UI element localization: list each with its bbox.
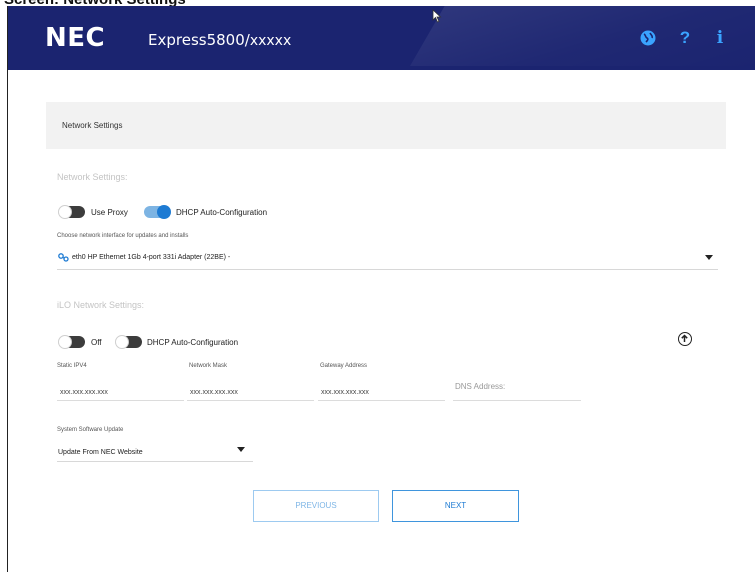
dhcp-label: DHCP Auto-Configuration [176,208,268,217]
app-window: NEC Express5800/xxxxx ? i Network Settin… [7,6,755,572]
gateway-label: Gateway Address [320,363,368,369]
upload-icon[interactable] [678,332,692,346]
toggle-knob [157,205,171,219]
ilo-settings-heading: iLO Network Settings: [57,300,145,310]
section-title: Network Settings [62,121,123,130]
network-settings-heading: Network Settings: [57,172,128,182]
software-update-label: System Software Update [57,427,124,433]
product-name: Express5800/ [148,31,250,49]
network-mask-input[interactable]: xxx.xxx.xxx.xxx [190,389,238,396]
section-bar: Network Settings [46,102,726,149]
dns-address-input[interactable]: DNS Address: [455,382,505,391]
use-proxy-label: Use Proxy [91,208,128,217]
ilo-dhcp-toggle[interactable] [115,335,142,349]
toggle-knob [58,335,72,349]
interface-hint: Choose network interface for updates and… [57,233,189,239]
header-sheen [410,6,755,66]
network-interface-icon [58,253,69,262]
toggle-knob [115,335,129,349]
static-ipv4-label: Static IPV4 [57,363,87,369]
chevron-down-icon [705,255,713,260]
gateway-underline [318,400,445,401]
previous-button[interactable]: PREVIOUS [253,490,379,522]
interface-value: eth0 HP Ethernet 1Gb 4-port 331i Adapter… [72,254,231,261]
network-interface-select[interactable]: eth0 HP Ethernet 1Gb 4-port 331i Adapter… [57,246,718,270]
static-ipv4-input[interactable]: xxx.xxx.xxx.xxx [60,389,108,396]
ilo-off-label: Off [91,338,102,347]
info-icon[interactable]: i [710,28,730,48]
software-update-select[interactable]: Update From NEC Website [57,440,253,462]
product-model: xxxxx [249,33,292,49]
help-icon[interactable]: ? [675,28,695,48]
dns-address-underline [453,400,581,401]
static-ipv4-underline [57,400,184,401]
software-update-value: Update From NEC Website [58,449,143,456]
ilo-dhcp-label: DHCP Auto-Configuration [147,338,239,347]
ilo-off-toggle[interactable] [58,335,85,349]
gateway-input[interactable]: xxx.xxx.xxx.xxx [321,389,369,396]
network-mask-label: Network Mask [189,363,228,369]
chevron-down-icon [237,447,245,452]
dhcp-toggle[interactable] [144,205,171,219]
toggle-knob [58,205,72,219]
network-mask-underline [187,400,314,401]
nec-logo: NEC [45,23,106,53]
use-proxy-toggle[interactable] [58,205,85,219]
next-button[interactable]: NEXT [392,490,519,522]
mouse-cursor-icon [432,9,442,23]
product-title: Express5800/xxxxx [148,31,291,49]
header-bar: NEC Express5800/xxxxx ? i [8,6,755,70]
globe-icon[interactable] [638,28,658,48]
